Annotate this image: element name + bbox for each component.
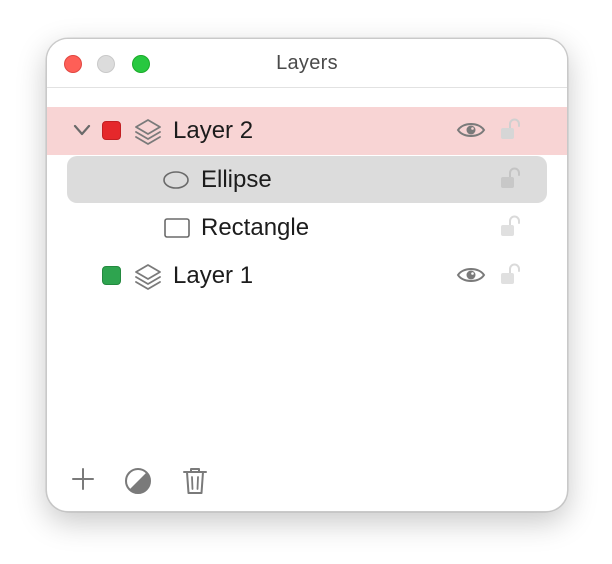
eye-icon[interactable] [456,120,486,140]
title-bar: Layers [47,39,567,88]
unlock-icon[interactable] [499,263,523,287]
eye-icon[interactable] [456,265,486,285]
layer-row-layer-1[interactable]: Layer 1 [47,252,567,300]
item-row-rectangle[interactable]: Rectangle [47,204,567,252]
mask-icon[interactable] [124,467,152,495]
rectangle-icon [164,218,190,238]
layer-row-layer-2[interactable]: Layer 2 [47,107,567,155]
item-label: Ellipse [201,166,272,193]
layers-window: Layers Layer 2 Ellipse Rectangle Layer 1 [46,38,568,512]
ellipse-icon [163,171,189,189]
layer-color-swatch[interactable] [102,121,121,140]
window-title: Layers [276,52,338,74]
unlock-icon[interactable] [499,167,523,191]
layer-label: Layer 2 [173,117,254,144]
item-label: Rectangle [201,214,310,241]
unlock-icon[interactable] [499,215,523,239]
unlock-icon[interactable] [499,118,523,142]
item-row-ellipse[interactable]: Ellipse [67,156,547,203]
chevron-down-icon[interactable] [73,123,91,137]
trash-icon[interactable] [182,466,208,496]
layer-color-swatch[interactable] [102,266,121,285]
layer-label: Layer 1 [173,262,254,289]
layers-stack-icon [135,264,161,290]
layers-stack-icon [135,119,161,145]
add-icon[interactable] [71,467,95,491]
